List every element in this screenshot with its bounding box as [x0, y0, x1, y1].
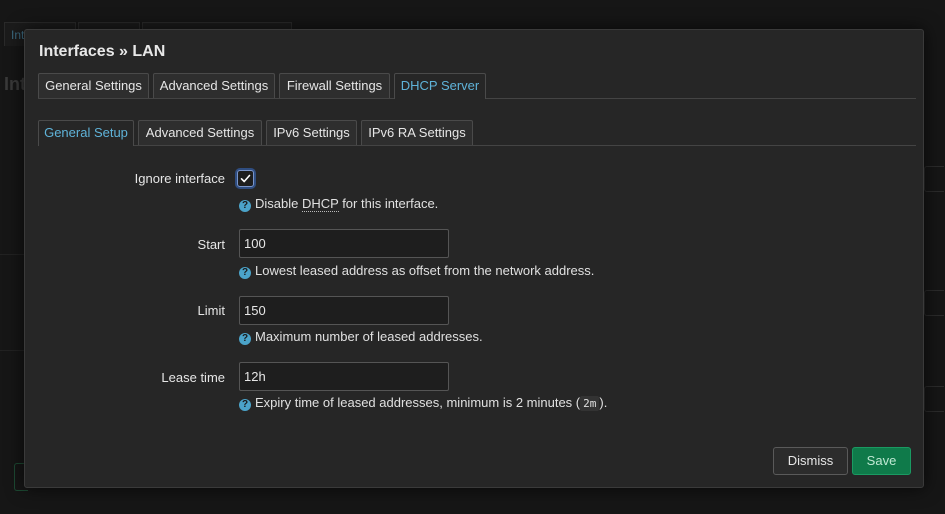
question-circle-icon: ?: [239, 333, 251, 345]
tab-advanced-settings[interactable]: Advanced Settings: [153, 73, 275, 98]
question-circle-icon: ?: [239, 399, 251, 411]
help-text: Lowest leased address as offset from the…: [255, 263, 595, 278]
question-circle-icon: ?: [239, 267, 251, 279]
tab-firewall-settings[interactable]: Firewall Settings: [279, 73, 390, 98]
subtab-general-setup[interactable]: General Setup: [38, 120, 134, 146]
tab-dhcp-server[interactable]: DHCP Server: [394, 73, 486, 99]
subtab-ipv6-ra-settings[interactable]: IPv6 RA Settings: [361, 120, 473, 145]
ignore-interface-checkbox[interactable]: [237, 170, 254, 187]
checkmark-icon: [240, 174, 251, 183]
dhcp-abbr: DHCP: [301, 196, 339, 212]
help-text: Expiry time of leased addresses, minimum…: [255, 395, 581, 410]
start-input[interactable]: [239, 229, 449, 258]
sub-tabbar: General Setup Advanced Settings IPv6 Set…: [38, 120, 916, 146]
help-text: Disable: [255, 196, 302, 211]
background-title: Int: [4, 74, 26, 94]
subtab-advanced-settings[interactable]: Advanced Settings: [138, 120, 262, 145]
save-button[interactable]: Save: [852, 447, 911, 475]
background-divider: [0, 350, 24, 351]
background-input: [924, 290, 944, 316]
ignore-interface-label: Ignore interface: [134, 171, 225, 186]
main-tabbar: General Settings Advanced Settings Firew…: [38, 73, 916, 99]
limit-help: ? Maximum number of leased addresses.: [239, 329, 483, 345]
background-input: [924, 386, 944, 412]
interface-modal: Interfaces » LAN General Settings Advanc…: [24, 29, 924, 488]
subtab-ipv6-settings[interactable]: IPv6 Settings: [266, 120, 357, 145]
leasetime-label: Lease time: [161, 370, 225, 385]
start-label: Start: [197, 237, 225, 252]
dismiss-button[interactable]: Dismiss: [773, 447, 848, 475]
limit-input[interactable]: [239, 296, 449, 325]
ignore-interface-help: ? Disable DHCP for this interface.: [239, 196, 438, 212]
limit-label: Limit: [197, 303, 225, 318]
background-divider: [0, 254, 24, 255]
tab-general-settings[interactable]: General Settings: [38, 73, 149, 98]
start-help: ? Lowest leased address as offset from th…: [239, 263, 594, 279]
help-text: ).: [599, 395, 608, 410]
background-tab-label: Int: [11, 28, 25, 42]
background-input: [924, 166, 944, 192]
question-circle-icon: ?: [239, 200, 251, 212]
leasetime-help: ? Expiry time of leased addresses, minimu…: [239, 395, 607, 411]
modal-title: Interfaces » LAN: [39, 43, 166, 60]
help-text: Maximum number of leased addresses.: [255, 329, 483, 344]
code-snippet: 2m: [580, 396, 600, 411]
leasetime-input[interactable]: [239, 362, 449, 391]
help-text: for this interface.: [338, 196, 439, 211]
